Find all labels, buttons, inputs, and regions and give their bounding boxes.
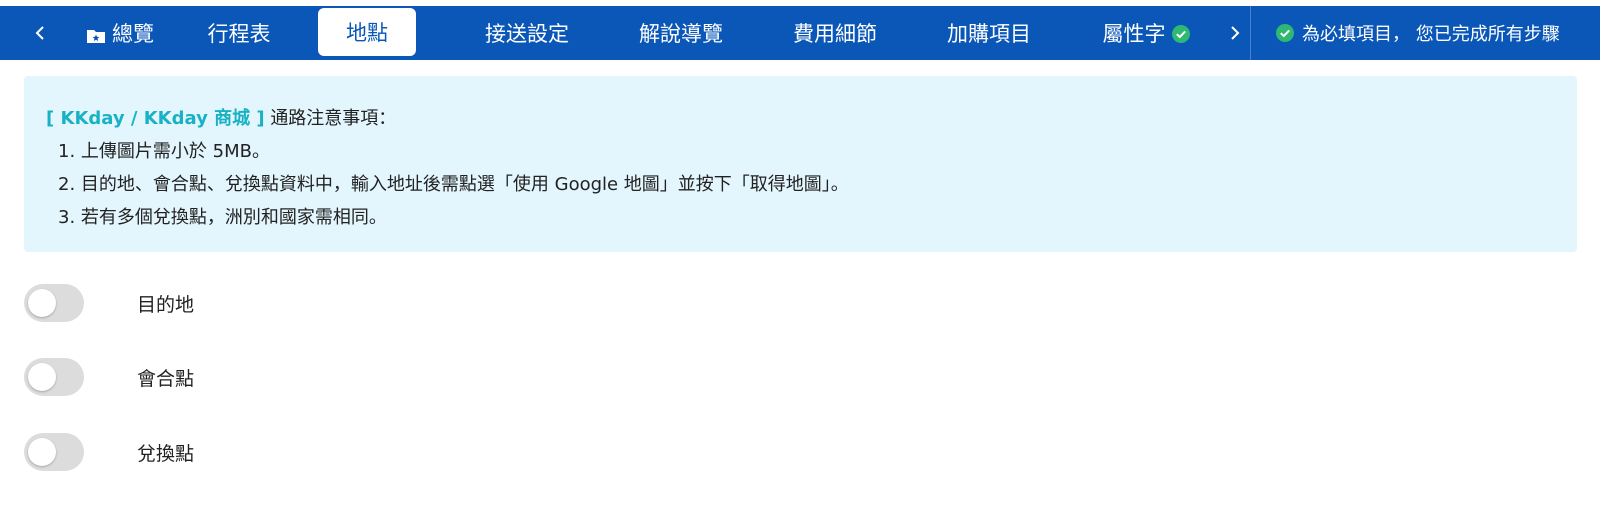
notice-heading: [ KKday / KKday 商城 ] 通路注意事項： [46,102,1555,135]
tab-label: 行程表 [207,22,271,46]
tab-transfer-settings[interactable]: 接送設定 [482,8,572,58]
folder-star-icon [86,25,106,43]
check-circle-icon [1276,24,1294,42]
tab-label: 屬性字 [1102,22,1166,46]
notice-item: 1. 上傳圖片需小於 5MB。 [58,141,270,162]
redemption-point-toggle[interactable] [24,433,84,471]
toggle-knob [28,289,56,317]
tab-label: 費用細節 [793,22,877,46]
tab-cost-details[interactable]: 費用細節 [790,8,880,58]
notice-brand: [ KKday / KKday 商城 ] [46,108,265,129]
notice-list: 1. 上傳圖片需小於 5MB。 2. 目的地、會合點、兌換點資料中，輸入地址後需… [46,135,1555,234]
tab-overview[interactable]: 總覽 [84,8,156,58]
tab-label: 地點 [346,21,388,45]
tab-label: 總覽 [112,22,154,46]
tab-locations[interactable]: 地點 [318,8,416,56]
step-nav-bar: 總覽 行程表 地點 接送設定 解說導覽 費用細節 加購項目 屬性字 為必填項目，… [0,6,1600,60]
chevron-right-icon[interactable] [1215,6,1255,60]
meeting-point-toggle[interactable] [24,358,84,396]
redemption-point-toggle-row: 兌換點 [24,433,194,471]
meeting-point-toggle-row: 會合點 [24,358,194,396]
nav-divider [1250,6,1251,60]
destination-toggle[interactable] [24,284,84,322]
tab-add-ons[interactable]: 加購項目 [944,8,1034,58]
destination-toggle-row: 目的地 [24,284,194,322]
notice-title: 通路注意事項： [270,108,397,129]
toggle-knob [28,363,56,391]
tab-label: 解說導覽 [639,22,723,46]
toggle-label: 兌換點 [137,442,195,465]
channel-notice-box: [ KKday / KKday 商城 ] 通路注意事項： 1. 上傳圖片需小於 … [24,76,1577,252]
tab-label: 接送設定 [485,22,569,46]
check-circle-icon [1171,24,1190,43]
completion-status: 為必填項目， 您已完成所有步驟 [1276,6,1560,60]
tab-label: 加購項目 [947,22,1031,46]
notice-item: 3. 若有多個兌換點，洲別和國家需相同。 [58,207,387,228]
notice-item: 2. 目的地、會合點、兌換點資料中，輸入地址後需點選「使用 Google 地圖」… [58,174,849,195]
status-text: 為必填項目， 您已完成所有步驟 [1302,24,1560,45]
toggle-label: 會合點 [137,367,195,390]
toggle-knob [28,438,56,466]
tab-attributes[interactable]: 屬性字 [1098,8,1194,58]
chevron-left-icon[interactable] [20,6,60,60]
tab-guided-tour[interactable]: 解說導覽 [636,8,726,58]
toggle-label: 目的地 [137,293,195,316]
tab-itinerary[interactable]: 行程表 [204,8,274,58]
